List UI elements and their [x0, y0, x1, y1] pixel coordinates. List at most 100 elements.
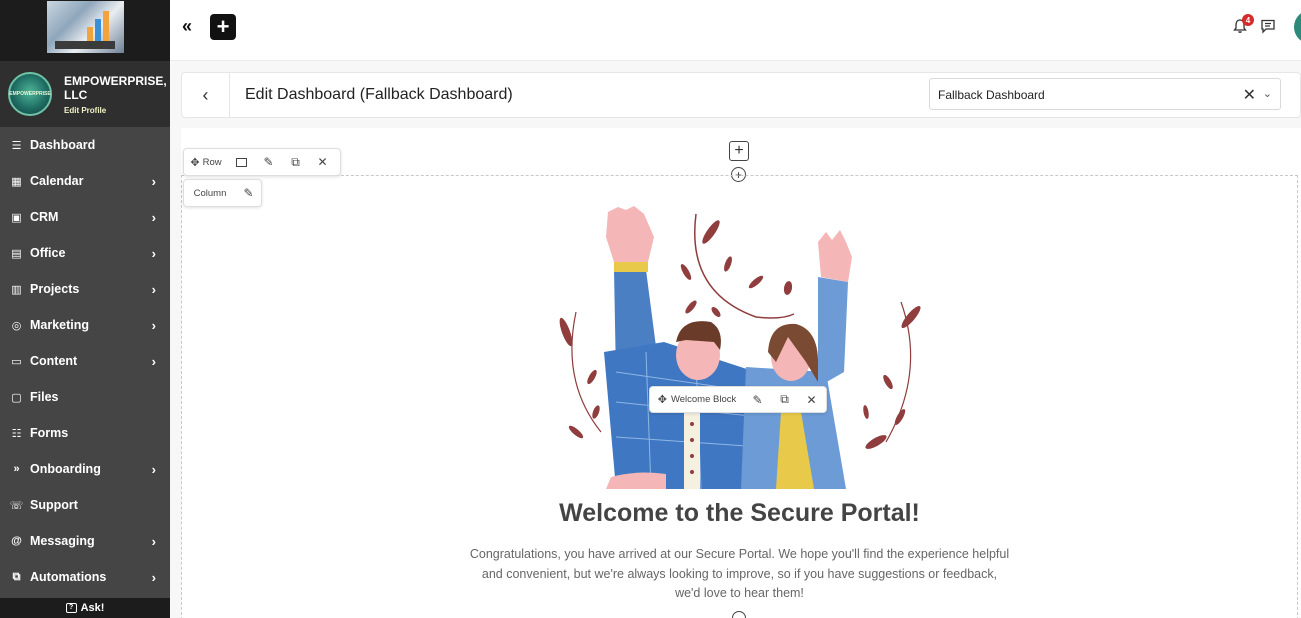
chevron-left-icon: ‹ [202, 84, 209, 105]
row-layout-button[interactable] [228, 149, 255, 175]
org-avatar-text: EMPOWERPRISE [9, 91, 51, 97]
sidebar-item-dashboard[interactable]: ☰ Dashboard [0, 127, 170, 163]
sidebar-item-label: CRM [30, 210, 59, 224]
chevron-right-icon: › [151, 533, 156, 549]
menu-lines-icon: ☰ [11, 139, 22, 152]
dashboard-select-value: Fallback Dashboard [938, 88, 1045, 102]
welcome-block-duplicate-button[interactable]: ⧉ [771, 387, 798, 412]
sidebar-item-files[interactable]: ▢ Files [0, 379, 170, 415]
row-drag-handle[interactable]: ✥ Row [184, 149, 228, 175]
double-chevron-icon: » [13, 463, 20, 475]
row-delete-button[interactable]: ✕ [309, 149, 336, 175]
at-sign-icon: @ [11, 535, 22, 547]
page-title: Edit Dashboard (Fallback Dashboard) [245, 86, 513, 103]
copy-icon: ⧉ [780, 392, 789, 406]
sidebar-item-automations[interactable]: ⧉ Automations › [0, 559, 170, 595]
pencil-icon: ✎ [752, 392, 763, 407]
chevron-right-icon: › [151, 569, 156, 585]
layout-icon [236, 157, 247, 167]
column-label: Column [193, 187, 227, 199]
org-name: EMPOWERPRISE, LLC [64, 73, 167, 102]
welcome-block-edit-button[interactable]: ✎ [744, 387, 771, 412]
ask-label: Ask! [80, 602, 105, 614]
copy-icon: ⧉ [291, 154, 300, 169]
chat-icon[interactable] [1260, 18, 1276, 34]
sidebar-item-content[interactable]: ▭ Content › [0, 343, 170, 379]
logo-area [0, 0, 170, 61]
add-row-button[interactable]: + [729, 141, 749, 161]
user-avatar[interactable] [1294, 10, 1301, 44]
chevron-right-icon: › [151, 281, 156, 297]
close-icon: ✕ [317, 155, 328, 169]
chevron-right-icon: › [151, 209, 156, 225]
sidebar-item-label: Forms [30, 426, 69, 440]
sidebar-item-support[interactable]: ☏ Support [0, 487, 170, 523]
welcome-title: Welcome to the Secure Portal! [559, 499, 920, 527]
celebration-illustration [559, 206, 921, 489]
add-new-button[interactable]: + [210, 14, 236, 40]
main-content: ‹ Edit Dashboard (Fallback Dashboard) Fa… [170, 61, 1301, 618]
sidebar-item-label: Automations [30, 570, 107, 584]
sidebar-item-messaging[interactable]: @ Messaging › [0, 523, 170, 559]
back-button[interactable]: ‹ [182, 73, 230, 117]
sidebar-item-label: Marketing [30, 318, 90, 332]
content-icon: ▭ [11, 355, 22, 368]
chevron-right-icon: › [151, 317, 156, 333]
welcome-text: Congratulations, you have arrived at our… [469, 547, 1010, 600]
column-edit-button[interactable]: ✎ [236, 180, 261, 206]
ask-button[interactable]: ? Ask! [0, 598, 170, 618]
collapse-sidebar-icon[interactable]: « [182, 16, 192, 37]
kanban-icon: ▥ [11, 283, 22, 296]
chevron-right-icon: › [151, 461, 156, 477]
sidebar-item-office[interactable]: ▤ Office › [0, 235, 170, 271]
dashboard-select[interactable]: Fallback Dashboard ✕ ⌄ [929, 78, 1281, 110]
sidebar-item-projects[interactable]: ▥ Projects › [0, 271, 170, 307]
sidebar-item-label: Files [30, 390, 59, 404]
sidebar-item-crm[interactable]: ▣ CRM › [0, 199, 170, 235]
sidebar-item-label: Support [30, 498, 78, 512]
sidebar-item-forms[interactable]: ☷ Forms [0, 415, 170, 451]
support-icon: ☏ [9, 499, 24, 512]
marketing-icon: ◎ [11, 319, 22, 332]
profile-section: EMPOWERPRISE EMPOWERPRISE, LLC Edit Prof… [0, 61, 170, 127]
welcome-block-drag-handle[interactable]: ✥ Welcome Block [650, 387, 744, 412]
move-icon: ✥ [657, 394, 667, 406]
sidebar-item-calendar[interactable]: ▦ Calendar › [0, 163, 170, 199]
sidebar-item-marketing[interactable]: ◎ Marketing › [0, 307, 170, 343]
sidebar-item-label: Content [30, 354, 78, 368]
welcome-block-toolbar: ✥ Welcome Block ✎ ⧉ ✕ [649, 386, 827, 413]
chevron-right-icon: › [151, 173, 156, 189]
row-duplicate-button[interactable]: ⧉ [282, 149, 309, 175]
welcome-block-delete-button[interactable]: ✕ [798, 387, 825, 412]
row-edit-button[interactable]: ✎ [255, 149, 282, 175]
automation-icon: ⧉ [12, 570, 21, 583]
org-avatar[interactable]: EMPOWERPRISE [8, 72, 52, 116]
close-icon: ✕ [806, 392, 817, 407]
pencil-icon: ✎ [263, 155, 274, 169]
page-header: ‹ Edit Dashboard (Fallback Dashboard) Fa… [181, 72, 1301, 118]
row-label: Row [202, 156, 222, 168]
pencil-icon: ✎ [243, 186, 254, 200]
builder-canvas: + + ✥ Row ✎ ⧉ ✕ Column ✎ ✥ Welcome Block… [181, 128, 1301, 618]
sidebar-item-label: Onboarding [30, 462, 101, 476]
clear-icon[interactable]: ✕ [1243, 85, 1256, 105]
chevron-down-icon[interactable]: ⌄ [1263, 87, 1272, 100]
sidebar-item-onboarding[interactable]: » Onboarding › [0, 451, 170, 487]
sidebar-item-label: Projects [30, 282, 80, 296]
chevron-right-icon: › [151, 245, 156, 261]
welcome-block-label: Welcome Block [670, 394, 737, 405]
company-logo-image[interactable] [46, 1, 124, 53]
sidebar-item-label: Dashboard [30, 138, 96, 152]
row-toolbar: ✥ Row ✎ ⧉ ✕ [183, 148, 341, 176]
column-toolbar: Column ✎ [183, 179, 262, 207]
chevron-right-icon: › [151, 353, 156, 369]
help-chat-icon: ? [65, 603, 77, 613]
folder-icon: ▢ [11, 391, 22, 404]
office-icon: ▤ [11, 247, 22, 260]
topbar: « + 4 [170, 0, 1301, 61]
contacts-icon: ▣ [11, 211, 22, 224]
sidebar-item-label: Calendar [30, 174, 84, 188]
edit-profile-link[interactable]: Edit Profile [64, 106, 170, 115]
add-block-circle-button-bottom[interactable] [732, 611, 746, 618]
sidebar-item-label: Messaging [30, 534, 95, 548]
